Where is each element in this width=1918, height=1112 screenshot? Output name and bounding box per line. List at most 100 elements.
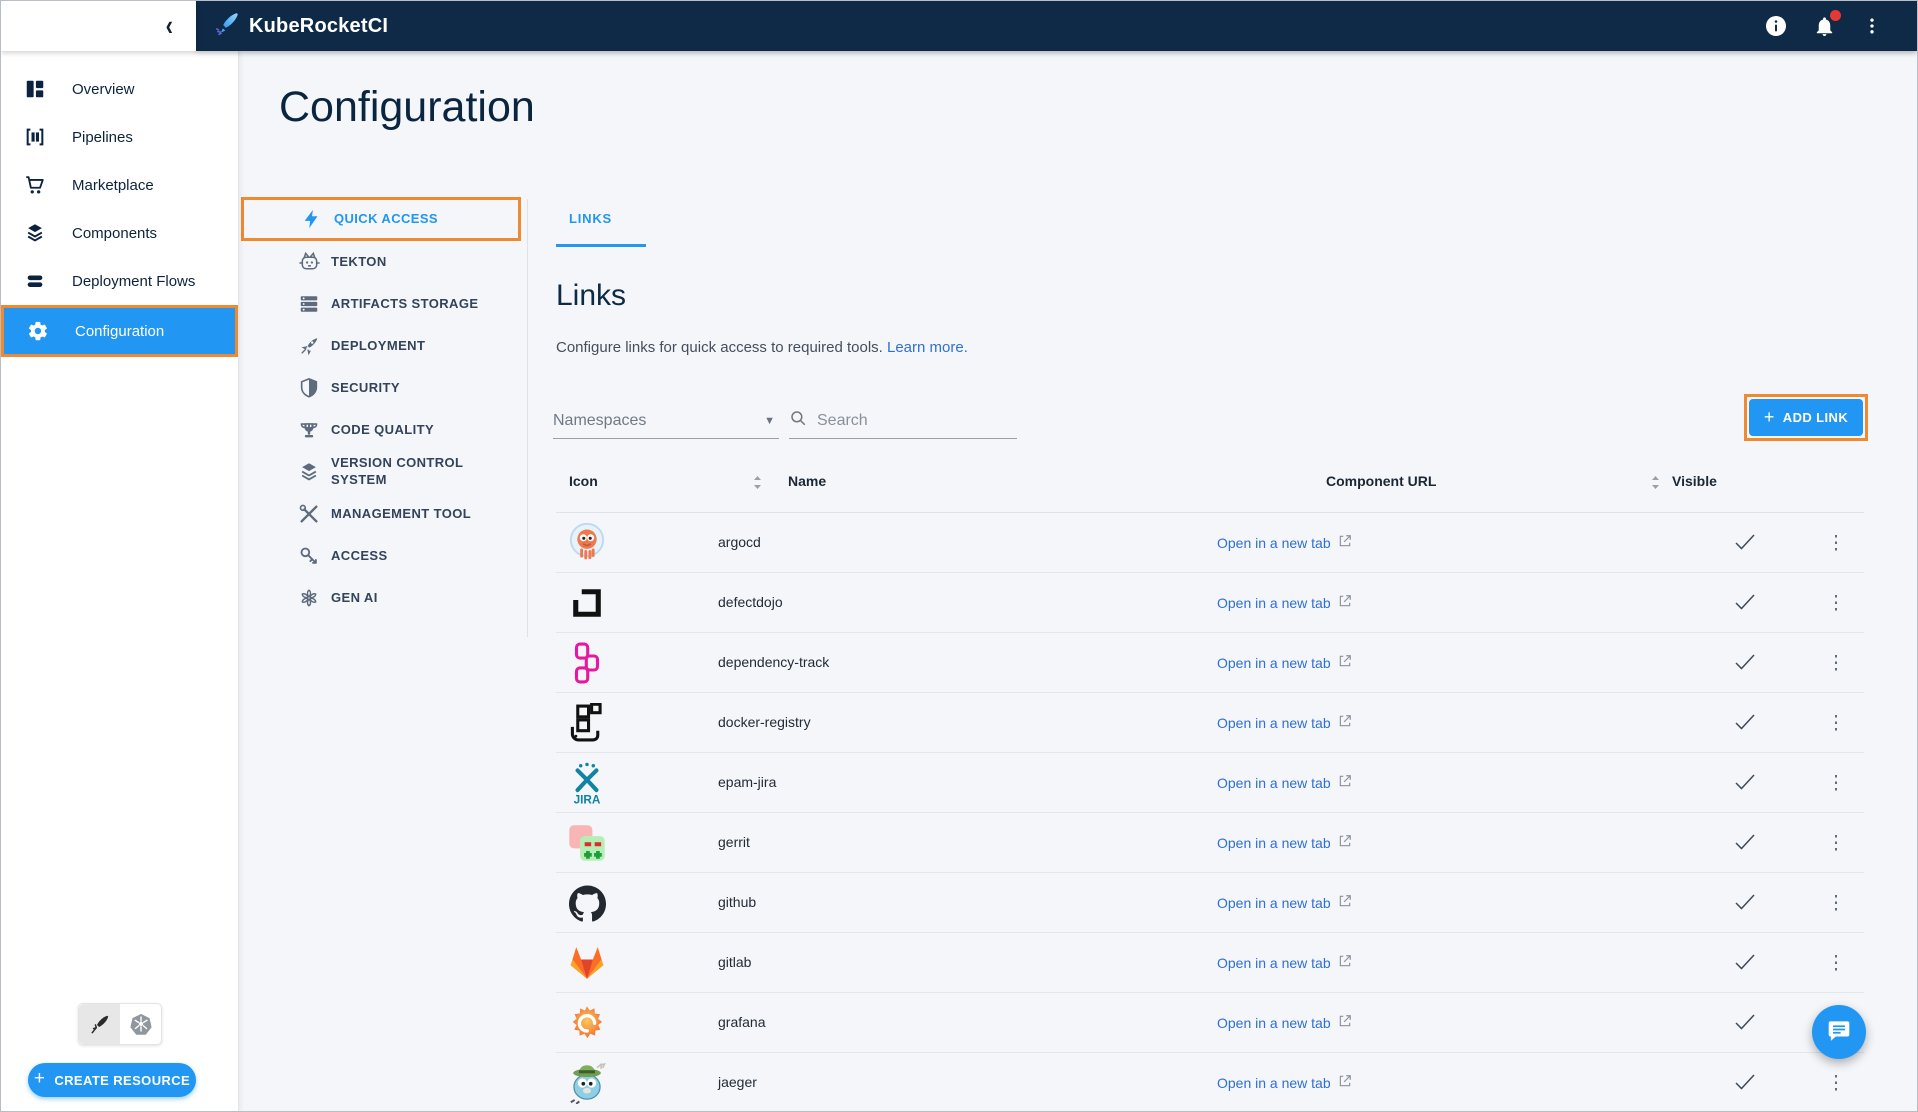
main-content: Configuration QUICK ACCESSTEKTONARTIFACT…	[239, 51, 1917, 1111]
visible-check-icon	[1734, 653, 1756, 676]
link-name: epam-jira	[718, 774, 776, 790]
row-kebab-menu-icon[interactable]: ⋮	[1822, 947, 1850, 979]
topbar-actions	[1763, 13, 1917, 39]
visible-check-icon	[1734, 593, 1756, 616]
config-menu-item-code-quality[interactable]: CODE QUALITY	[241, 409, 527, 451]
config-menu-item-gen-ai[interactable]: GEN AI	[241, 577, 527, 619]
row-kebab-menu-icon[interactable]: ⋮	[1822, 1067, 1850, 1099]
row-kebab-menu-icon[interactable]: ⋮	[1822, 707, 1850, 739]
open-in-new-tab-label: Open in a new tab	[1217, 775, 1331, 791]
section-title: Links	[556, 279, 626, 313]
link-name: defectdojo	[718, 594, 783, 610]
config-menu-item-deployment[interactable]: DEPLOYMENT	[241, 325, 527, 367]
kubernetes-theme-icon[interactable]	[120, 1004, 161, 1044]
config-menu-item-version-control-system[interactable]: VERSION CONTROL SYSTEM	[241, 451, 527, 493]
sidebar-item-overview[interactable]: Overview	[1, 65, 238, 113]
tab-links[interactable]: LINKS	[569, 211, 612, 226]
pipelines-icon	[23, 125, 47, 149]
link-name: grafana	[718, 1014, 765, 1030]
table-row: githubOpen in a new tab⋮	[556, 873, 1864, 933]
row-kebab-menu-icon[interactable]: ⋮	[1822, 527, 1850, 559]
external-link-icon	[1338, 1014, 1352, 1031]
visible-check-icon	[1734, 533, 1756, 556]
config-menu-item-quick-access[interactable]: QUICK ACCESS	[241, 197, 521, 241]
config-menu-item-tekton[interactable]: TEKTON	[241, 241, 527, 283]
tab-active-indicator	[556, 244, 646, 247]
add-link-button[interactable]: + ADD LINK	[1749, 399, 1863, 436]
trophy-icon	[297, 418, 321, 442]
learn-more-link[interactable]: Learn more.	[887, 339, 968, 356]
external-link-icon	[1338, 774, 1352, 791]
sort-icon[interactable]	[753, 475, 762, 490]
genai-icon	[297, 586, 321, 610]
config-menu-item-artifacts-storage[interactable]: ARTIFACTS STORAGE	[241, 283, 527, 325]
configuration-menu: QUICK ACCESSTEKTONARTIFACTS STORAGE DEPLO…	[241, 197, 527, 619]
open-in-new-tab-link[interactable]: Open in a new tab	[1217, 534, 1352, 551]
components-icon	[23, 221, 47, 245]
open-in-new-tab-link[interactable]: Open in a new tab	[1217, 1014, 1352, 1031]
svg-text:JIRA: JIRA	[574, 793, 601, 805]
add-link-label: ADD LINK	[1783, 410, 1848, 425]
sidebar-item-configuration[interactable]: Configuration	[1, 305, 238, 357]
sidebar-item-components[interactable]: Components	[1, 209, 238, 257]
tekton-icon	[297, 250, 321, 274]
column-header-name[interactable]: Name	[788, 473, 826, 489]
config-menu-item-label: SECURITY	[331, 380, 491, 397]
table-row: gitlabOpen in a new tab⋮	[556, 933, 1864, 993]
column-header-visible[interactable]: Visible	[1672, 473, 1717, 489]
create-resource-button[interactable]: + CREATE RESOURCE	[28, 1063, 196, 1097]
open-in-new-tab-link[interactable]: Open in a new tab	[1217, 834, 1352, 851]
column-header-icon[interactable]: Icon	[569, 473, 598, 489]
column-header-component-url[interactable]: Component URL	[1326, 473, 1436, 489]
links-table: Icon Name Component URL Visible argocdOp…	[556, 451, 1864, 1111]
search-input[interactable]	[815, 411, 995, 431]
sidebar-item-marketplace[interactable]: Marketplace	[1, 161, 238, 209]
config-menu-item-label: GEN AI	[331, 590, 491, 607]
open-in-new-tab-link[interactable]: Open in a new tab	[1217, 594, 1352, 611]
config-menu-item-access[interactable]: ACCESS	[241, 535, 527, 577]
app-window: ‹ KubeRocketCI	[0, 0, 1918, 1112]
row-kebab-menu-icon[interactable]: ⋮	[1822, 887, 1850, 919]
rocket-theme-icon[interactable]	[79, 1004, 120, 1044]
info-icon[interactable]	[1763, 13, 1789, 39]
sidebar-item-label: Overview	[72, 81, 135, 98]
namespaces-select[interactable]: Namespaces ▼	[553, 403, 779, 439]
open-in-new-tab-link[interactable]: Open in a new tab	[1217, 1074, 1352, 1091]
config-menu-item-label: DEPLOYMENT	[331, 338, 491, 355]
sidebar-item-pipelines[interactable]: Pipelines	[1, 113, 238, 161]
kebab-menu-icon[interactable]	[1859, 13, 1885, 39]
open-in-new-tab-link[interactable]: Open in a new tab	[1217, 954, 1352, 971]
notifications-icon[interactable]	[1811, 13, 1837, 39]
overview-icon	[23, 77, 47, 101]
chevron-down-icon: ▼	[764, 415, 775, 427]
config-menu-item-label: VERSION CONTROL SYSTEM	[331, 455, 491, 489]
top-app-bar: KubeRocketCI	[196, 1, 1917, 51]
sidebar-item-deployment-flows[interactable]: Deployment Flows	[1, 257, 238, 305]
link-name: jaeger	[718, 1074, 757, 1090]
add-link-highlight: + ADD LINK	[1744, 394, 1868, 441]
chat-fab-button[interactable]	[1812, 1005, 1866, 1059]
row-kebab-menu-icon[interactable]: ⋮	[1822, 587, 1850, 619]
row-kebab-menu-icon[interactable]: ⋮	[1822, 827, 1850, 859]
open-in-new-tab-link[interactable]: Open in a new tab	[1217, 654, 1352, 671]
open-in-new-tab-link[interactable]: Open in a new tab	[1217, 894, 1352, 911]
theme-toggle	[78, 1003, 162, 1045]
gitlab-icon	[564, 933, 610, 993]
visible-check-icon	[1734, 953, 1756, 976]
config-menu-item-security[interactable]: SECURITY	[241, 367, 527, 409]
row-kebab-menu-icon[interactable]: ⋮	[1822, 767, 1850, 799]
sidebar-item-label: Components	[72, 225, 157, 242]
open-in-new-tab-link[interactable]: Open in a new tab	[1217, 774, 1352, 791]
sort-icon[interactable]	[1651, 475, 1660, 490]
open-in-new-tab-link[interactable]: Open in a new tab	[1217, 714, 1352, 731]
config-menu-item-label: CODE QUALITY	[331, 422, 491, 439]
chevron-left-icon[interactable]: ‹	[166, 12, 173, 41]
grafana-icon	[564, 993, 610, 1053]
visible-check-icon	[1734, 773, 1756, 796]
row-kebab-menu-icon[interactable]: ⋮	[1822, 647, 1850, 679]
table-row: gerritOpen in a new tab⋮	[556, 813, 1864, 873]
external-link-icon	[1338, 834, 1352, 851]
config-menu-item-management-tool[interactable]: MANAGEMENT TOOL	[241, 493, 527, 535]
gerrit-icon	[564, 813, 610, 873]
open-in-new-tab-label: Open in a new tab	[1217, 955, 1331, 971]
